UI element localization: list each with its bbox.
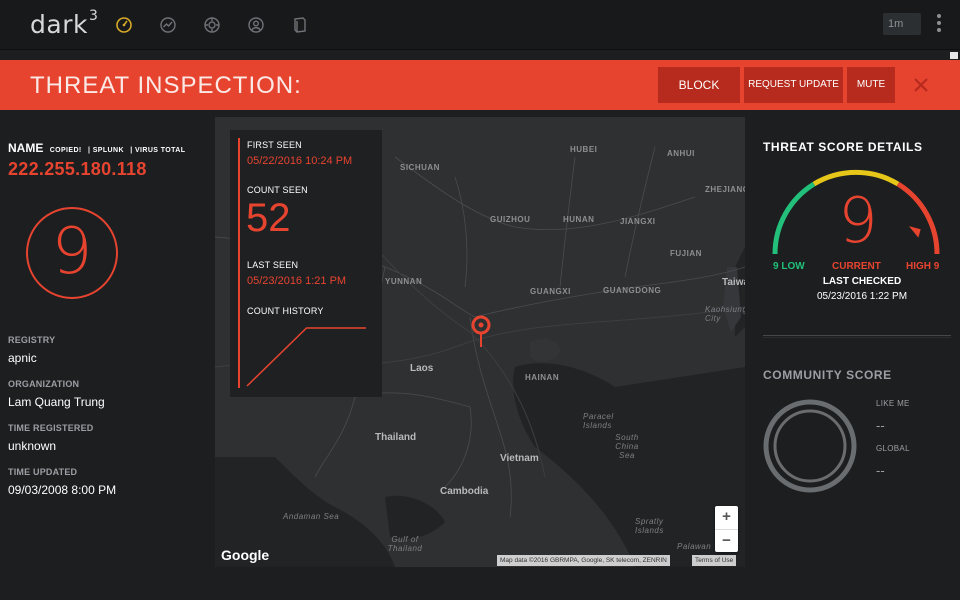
map-label-fujian: FUJIAN	[670, 249, 702, 258]
top-navbar: dark3 1m	[0, 0, 960, 50]
organization-label: ORGANIZATION	[8, 379, 80, 389]
count-history-line	[246, 327, 366, 387]
virus-total-link[interactable]: | VIRUS TOTAL	[130, 147, 185, 154]
map-attribution: Map data ©2016 GBRMPA, Google, SK teleco…	[497, 555, 670, 566]
page-title: THREAT INSPECTION:	[30, 72, 302, 99]
time-registered-value: unknown	[8, 439, 57, 453]
organization-value: Lam Quang Trung	[8, 395, 105, 409]
last-seen-label: LAST SEEN	[247, 260, 299, 270]
sighting-details-panel: FIRST SEEN 05/22/2016 10:24 PM COUNT SEE…	[230, 130, 382, 397]
map-label-taiwan: Taiwan	[722, 277, 745, 288]
map-label-thailand: Thailand	[375, 432, 417, 443]
location-pin-icon[interactable]	[470, 315, 492, 349]
like-me-value: --	[876, 418, 885, 433]
time-registered-label: TIME REGISTERED	[8, 423, 94, 433]
mute-button[interactable]: MUTE	[847, 67, 895, 103]
threat-score-value: 9	[51, 215, 93, 289]
map-label-hainan: HAINAN	[525, 373, 560, 382]
map-label-guizhou: GUIZHOU	[490, 215, 531, 224]
gauge-current-label: CURRENT	[832, 261, 881, 272]
count-history-label: COUNT HISTORY	[247, 306, 324, 316]
first-seen-value: 05/22/2016 10:24 PM	[247, 155, 353, 167]
name-label: NAME	[8, 141, 44, 155]
gauge-high-label: HIGH 9	[906, 261, 940, 272]
book-icon[interactable]	[291, 16, 309, 34]
map-label-kaohsiung: Kaohsiung City	[705, 305, 745, 323]
threat-score-details-title: THREAT SCORE DETAILS	[763, 140, 923, 154]
terms-of-use-link[interactable]: Terms of Use	[692, 555, 737, 566]
zoom-in-button[interactable]: +	[715, 506, 738, 529]
request-update-button[interactable]: REQUEST UPDATE	[744, 67, 843, 103]
zoom-out-button[interactable]: −	[715, 529, 738, 552]
time-updated-label: TIME UPDATED	[8, 467, 78, 477]
map-label-hunan: HUNAN	[563, 215, 595, 224]
threat-score-circle: 9	[26, 207, 118, 299]
map-label-spratly-islands: Spratly Islands	[635, 517, 664, 535]
user-icon[interactable]	[247, 16, 265, 34]
map-label-yunnan: YUNNAN	[385, 277, 423, 286]
threat-banner: THREAT INSPECTION: BLOCK REQUEST UPDATE …	[0, 60, 960, 110]
community-score-ring	[763, 399, 857, 493]
registry-label: REGISTRY	[8, 335, 56, 345]
scrollbar-thumb[interactable]	[950, 52, 958, 59]
global-value: --	[876, 463, 885, 478]
more-options-icon[interactable]	[934, 14, 944, 34]
like-me-label: LIKE ME	[876, 399, 910, 408]
ip-address: 222.255.180.118	[8, 159, 147, 179]
name-row: NAME COPIED! | SPLUNK | VIRUS TOTAL	[8, 141, 185, 155]
close-icon[interactable]	[911, 75, 931, 95]
community-score-title: COMMUNITY SCORE	[763, 368, 892, 382]
map-label-cambodia: Cambodia	[440, 486, 489, 497]
time-range-select[interactable]: 1m	[883, 13, 921, 35]
global-label: GLOBAL	[876, 444, 910, 453]
copied-link[interactable]: COPIED!	[50, 147, 82, 154]
time-updated-value: 09/03/2008 8:00 PM	[8, 483, 117, 497]
count-history-sparkline	[246, 327, 366, 387]
map-label-hubei: HUBEI	[570, 145, 598, 154]
count-seen-value: 52	[246, 196, 291, 240]
count-seen-label: COUNT SEEN	[247, 185, 308, 195]
current-threat-score: 9	[838, 184, 878, 257]
zoom-control: + −	[715, 506, 738, 552]
map-label-andaman-sea: Andaman Sea	[283, 512, 340, 521]
crosshair-icon[interactable]	[203, 16, 221, 34]
map-label-palawan: Palawan	[677, 542, 712, 551]
map-label-guangxi: GUANGXI	[530, 287, 571, 296]
last-seen-value: 05/23/2016 1:21 PM	[247, 275, 347, 287]
section-divider-shadow	[763, 337, 951, 338]
map-label-paracel-islands: Paracel Islands	[583, 412, 614, 430]
splunk-link[interactable]: | SPLUNK	[88, 147, 124, 154]
speedometer-icon[interactable]	[115, 16, 133, 34]
map-label-zhejiang: ZHEJIANG	[705, 185, 745, 194]
gauge-low-label: 9 LOW	[773, 261, 805, 272]
app-logo[interactable]: dark3	[30, 7, 99, 39]
first-seen-label: FIRST SEEN	[247, 140, 302, 150]
trend-icon[interactable]	[159, 16, 177, 34]
map-label-guangdong: GUANGDONG	[603, 286, 662, 295]
block-button[interactable]: BLOCK	[658, 67, 740, 103]
map-label-jiangxi: JIANGXI	[620, 217, 656, 226]
map-label-anhui: ANHUI	[667, 149, 695, 158]
last-checked-value: 05/23/2016 1:22 PM	[816, 291, 908, 302]
map-label-laos: Laos	[410, 363, 434, 374]
registry-value: apnic	[8, 351, 37, 365]
logo-superscript: 3	[88, 7, 99, 24]
map-label-south-china-sea: South China Sea	[615, 433, 639, 460]
section-divider	[763, 335, 951, 336]
last-checked-label: LAST CHECKED	[822, 276, 902, 287]
map-label-sichuan: SICHUAN	[400, 163, 440, 172]
panel-accent-line	[238, 138, 240, 388]
map-label-gulf-of-thailand: Gulf of Thailand	[387, 535, 423, 553]
map-label-vietnam: Vietnam	[500, 453, 539, 464]
logo-text: dark	[30, 10, 88, 39]
google-logo: Google	[221, 547, 270, 563]
